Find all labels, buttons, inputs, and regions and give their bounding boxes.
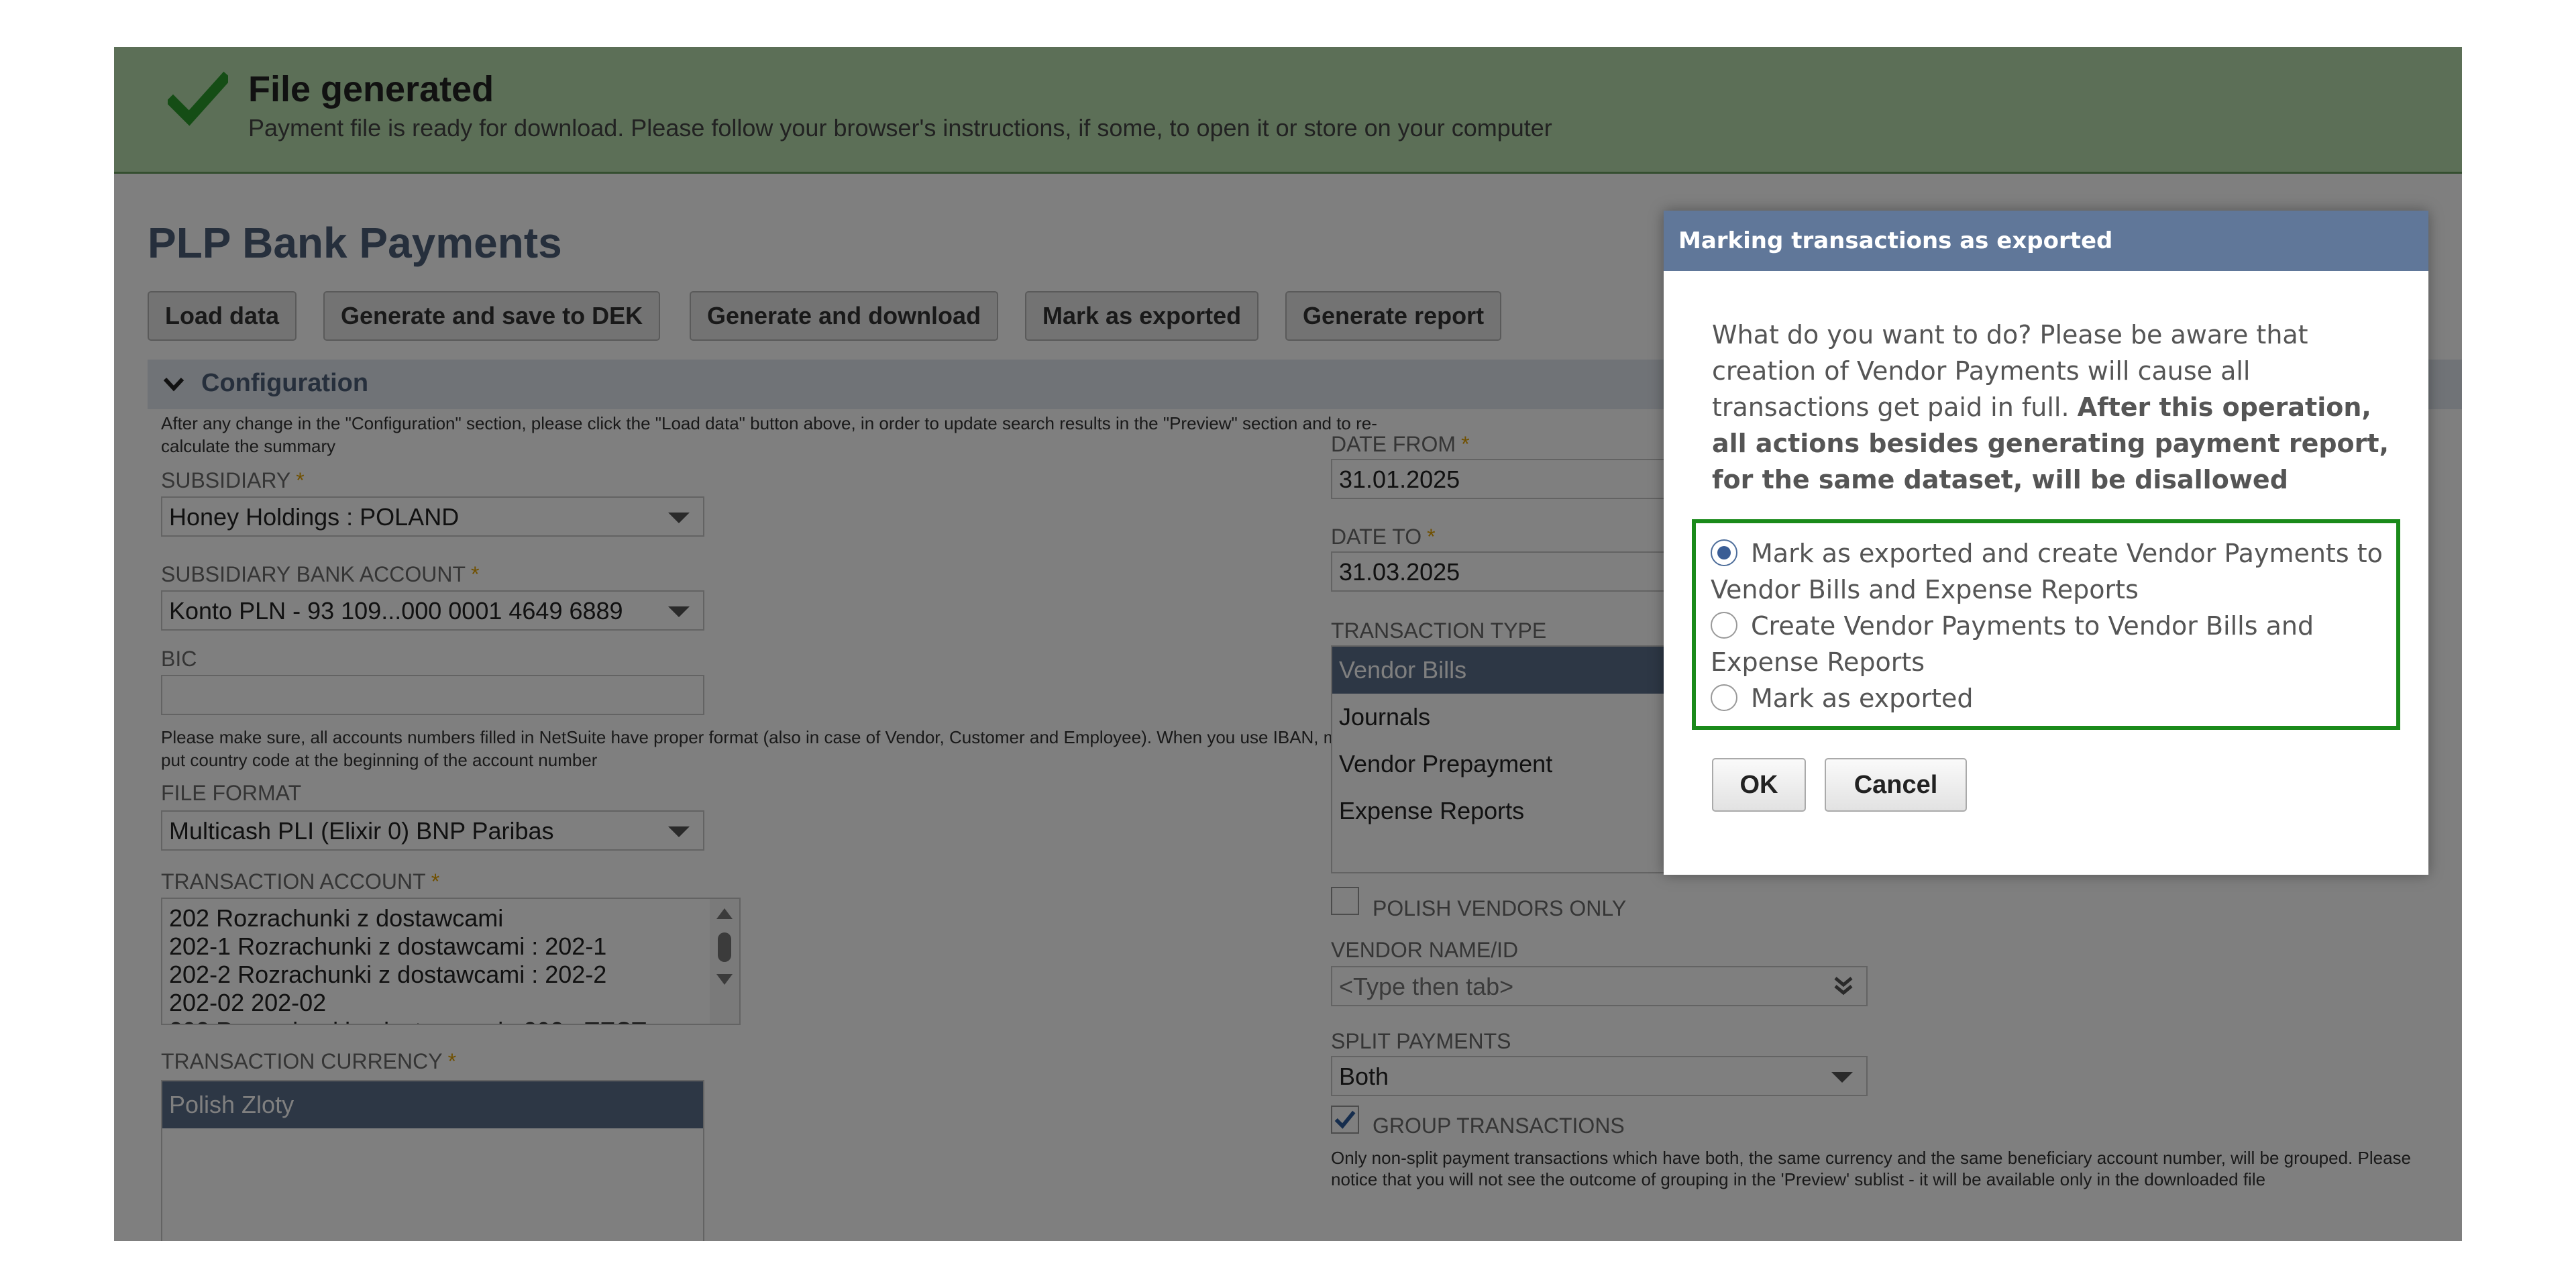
option-mark-exported[interactable]: Mark as exported — [1711, 680, 2388, 716]
radio-icon[interactable] — [1711, 612, 1737, 639]
mark-exported-dialog: Marking transactions as exported What do… — [1664, 211, 2428, 875]
option-create-payments[interactable]: Create Vendor Payments to Vendor Bills a… — [1711, 608, 2388, 680]
netsuite-page: File generated Payment file is ready for… — [114, 47, 2462, 1241]
option-label: Mark as exported and create Vendor Payme… — [1711, 539, 2383, 604]
dialog-message: What do you want to do? Please be aware … — [1712, 317, 2396, 498]
radio-icon[interactable] — [1711, 539, 1737, 566]
radio-icon[interactable] — [1711, 684, 1737, 711]
cancel-button[interactable]: Cancel — [1825, 758, 1967, 812]
dialog-title: Marking transactions as exported — [1664, 211, 2428, 271]
ok-button[interactable]: OK — [1712, 758, 1806, 812]
option-mark-and-create[interactable]: Mark as exported and create Vendor Payme… — [1711, 535, 2388, 608]
options-highlight-box: Mark as exported and create Vendor Payme… — [1692, 519, 2400, 730]
option-label: Mark as exported — [1751, 684, 1974, 713]
option-label: Create Vendor Payments to Vendor Bills a… — [1711, 611, 2314, 677]
